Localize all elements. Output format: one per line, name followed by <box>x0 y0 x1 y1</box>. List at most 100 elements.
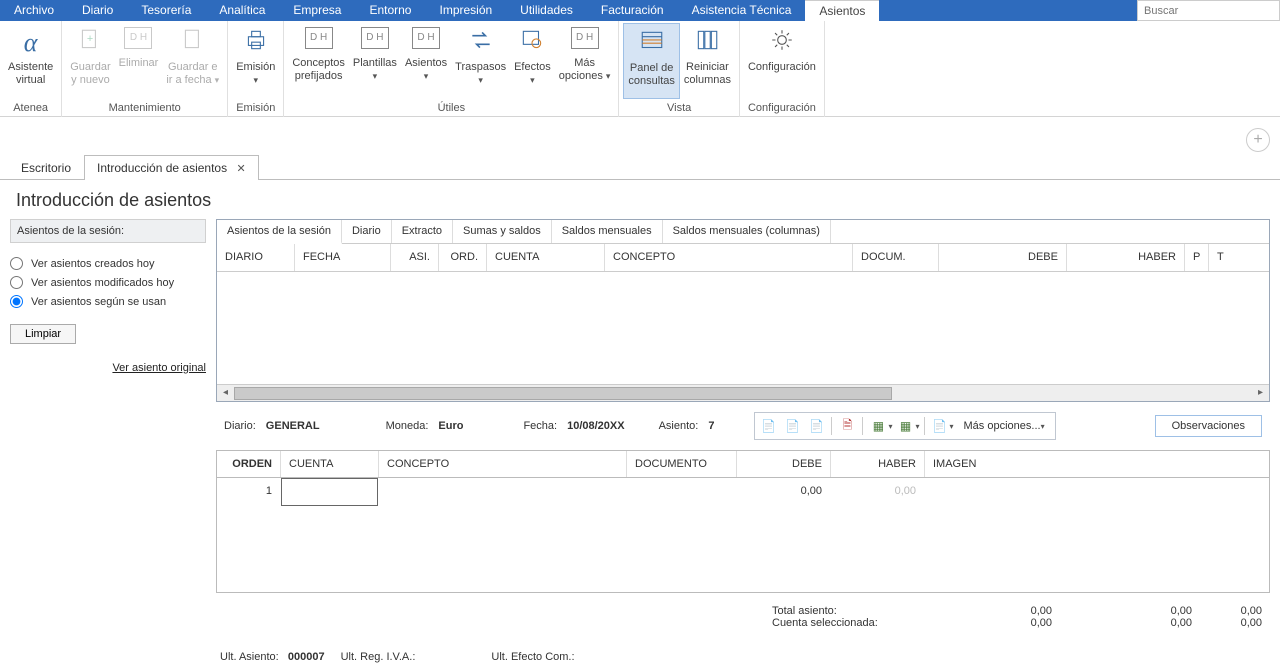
menu-entorno[interactable]: Entorno <box>355 0 425 21</box>
radio-modificados-hoy[interactable]: Ver asientos modificados hoy <box>10 276 206 289</box>
inner-tab-saldos[interactable]: Saldos mensuales <box>552 220 663 243</box>
entry-grid-body <box>216 508 1270 593</box>
menu-archivo[interactable]: Archivo <box>0 0 68 21</box>
ribbon-label: Configuración <box>748 61 816 74</box>
ecol-orden[interactable]: ORDEN <box>217 451 281 477</box>
ribbon-label: Reiniciarcolumnas <box>684 61 731 87</box>
col-docum[interactable]: DOCUM. <box>853 244 939 271</box>
menu-utilidades[interactable]: Utilidades <box>506 0 587 21</box>
col-ord[interactable]: ORD. <box>439 244 487 271</box>
ribbon-mas-opciones[interactable]: D H Másopciones ▾ <box>555 23 615 99</box>
tb-grid2-icon[interactable]: ▦ <box>894 415 916 437</box>
tb-doc-more-icon[interactable]: 📄 <box>929 415 951 437</box>
ribbon-group-label: Mantenimiento <box>66 99 223 117</box>
ribbon-label: Conceptosprefijados <box>292 57 345 83</box>
tab-label: Introducción de asientos <box>97 161 227 175</box>
ribbon-label: Efectos▾ <box>514 61 551 87</box>
ribbon-asistente-virtual[interactable]: α Asistentevirtual <box>4 23 57 99</box>
menu-empresa[interactable]: Empresa <box>279 0 355 21</box>
moneda-value: Euro <box>438 420 463 432</box>
ribbon-label: Emisión▾ <box>236 61 275 87</box>
ribbon-guardar-fecha[interactable]: Guardar eir a fecha ▾ <box>162 23 223 99</box>
scroll-left-icon[interactable]: ◂ <box>217 385 234 402</box>
tb-doc-down-icon[interactable]: 📄 <box>805 415 827 437</box>
cell-imagen[interactable] <box>925 478 1269 508</box>
columns-icon <box>691 27 723 59</box>
ecol-debe[interactable]: DEBE <box>737 451 831 477</box>
col-fecha[interactable]: FECHA <box>295 244 391 271</box>
inner-tabs: Asientos de la sesión Diario Extracto Su… <box>217 220 1269 244</box>
inner-tab-saldos-col[interactable]: Saldos mensuales (columnas) <box>663 220 831 243</box>
ribbon-plantillas[interactable]: D H Plantillas▾ <box>349 23 401 99</box>
col-concepto[interactable]: CONCEPTO <box>605 244 853 271</box>
tab-escritorio[interactable]: Escritorio <box>8 155 84 180</box>
ribbon-guardar-nuevo[interactable]: + Guardary nuevo <box>66 23 114 99</box>
menu-asientos[interactable]: Asientos <box>805 0 879 21</box>
doc-arrow-icon <box>177 27 209 59</box>
inner-tab-extracto[interactable]: Extracto <box>392 220 453 243</box>
ecol-concepto[interactable]: CONCEPTO <box>379 451 627 477</box>
cell-haber[interactable]: 0,00 <box>831 478 925 508</box>
menu-impresion[interactable]: Impresión <box>425 0 506 21</box>
inner-tab-diario[interactable]: Diario <box>342 220 392 243</box>
menu-analitica[interactable]: Analítica <box>205 0 279 21</box>
limpiar-button[interactable]: Limpiar <box>10 324 76 344</box>
ribbon-group-label: Atenea <box>4 99 57 117</box>
ribbon-conceptos[interactable]: D H Conceptosprefijados <box>288 23 349 99</box>
horizontal-scrollbar[interactable]: ◂ ▸ <box>217 384 1269 401</box>
col-haber[interactable]: HABER <box>1067 244 1185 271</box>
ult-reg-iva-label: Ult. Reg. I.V.A.: <box>341 651 416 663</box>
search-input[interactable] <box>1138 1 1279 20</box>
ult-asiento-label: Ult. Asiento: <box>220 651 279 663</box>
radio-segun-usan[interactable]: Ver asientos según se usan <box>10 295 206 308</box>
col-p[interactable]: P <box>1185 244 1209 271</box>
inner-tab-sumas[interactable]: Sumas y saldos <box>453 220 552 243</box>
ecol-imagen[interactable]: IMAGEN <box>925 451 1269 477</box>
grid-header: DIARIO FECHA ASI. ORD. CUENTA CONCEPTO D… <box>217 244 1269 272</box>
cuenta-haber: 0,00 <box>1052 617 1192 629</box>
menu-tesoreria[interactable]: Tesorería <box>127 0 205 21</box>
ecol-haber[interactable]: HABER <box>831 451 925 477</box>
col-asi[interactable]: ASI. <box>391 244 439 271</box>
dh-icon: D H <box>305 27 333 49</box>
col-diario[interactable]: DIARIO <box>217 244 295 271</box>
cell-documento[interactable] <box>627 478 737 508</box>
cell-cuenta-input[interactable] <box>281 478 378 506</box>
ribbon-emision[interactable]: Emisión▾ <box>232 23 279 99</box>
close-icon[interactable]: ✕ <box>236 163 245 175</box>
radio-creados-hoy[interactable]: Ver asientos creados hoy <box>10 257 206 270</box>
print-icon <box>240 27 272 59</box>
cell-debe[interactable]: 0,00 <box>737 478 831 508</box>
ribbon-traspasos[interactable]: Traspasos▾ <box>451 23 510 99</box>
inner-tab-sesion[interactable]: Asientos de la sesión <box>217 220 342 244</box>
ribbon-eliminar[interactable]: D H Eliminar <box>115 23 163 99</box>
col-cuenta[interactable]: CUENTA <box>487 244 605 271</box>
cell-concepto[interactable] <box>379 478 627 508</box>
scroll-thumb[interactable] <box>234 387 892 400</box>
ribbon-panel-consultas[interactable]: Panel deconsultas <box>623 23 679 99</box>
tb-doc-delete-icon[interactable]: 🗎 <box>836 415 858 437</box>
moneda-label: Moneda: <box>386 420 429 432</box>
col-debe[interactable]: DEBE <box>939 244 1067 271</box>
ecol-cuenta[interactable]: CUENTA <box>281 451 379 477</box>
menu-facturacion[interactable]: Facturación <box>587 0 678 21</box>
tb-grid-icon[interactable]: ▦ <box>867 415 889 437</box>
scroll-right-icon[interactable]: ▸ <box>1252 385 1269 402</box>
ribbon-efectos[interactable]: Efectos▾ <box>510 23 555 99</box>
alpha-icon: α <box>15 27 47 59</box>
tab-introduccion-asientos[interactable]: Introducción de asientos ✕ <box>84 155 259 180</box>
more-options-dropdown[interactable]: Más opciones... ▾ <box>956 420 1053 432</box>
col-t[interactable]: T <box>1209 244 1233 271</box>
tb-doc-up-icon[interactable]: 📄 <box>781 415 803 437</box>
menu-asistencia[interactable]: Asistencia Técnica <box>678 0 806 21</box>
ecol-documento[interactable]: DOCUMENTO <box>627 451 737 477</box>
ribbon-configuracion[interactable]: Configuración <box>744 23 820 99</box>
observaciones-button[interactable]: Observaciones <box>1155 415 1262 437</box>
ribbon-reiniciar-columnas[interactable]: Reiniciarcolumnas <box>680 23 735 99</box>
menu-diario[interactable]: Diario <box>68 0 127 21</box>
ribbon-label: Traspasos▾ <box>455 61 506 87</box>
tb-doc-add-icon[interactable]: 📄 <box>757 415 779 437</box>
ver-asiento-original-link[interactable]: Ver asiento original <box>10 362 206 374</box>
add-tab-button[interactable]: + <box>1246 128 1270 152</box>
ribbon-asientos-util[interactable]: D H Asientos▾ <box>401 23 451 99</box>
